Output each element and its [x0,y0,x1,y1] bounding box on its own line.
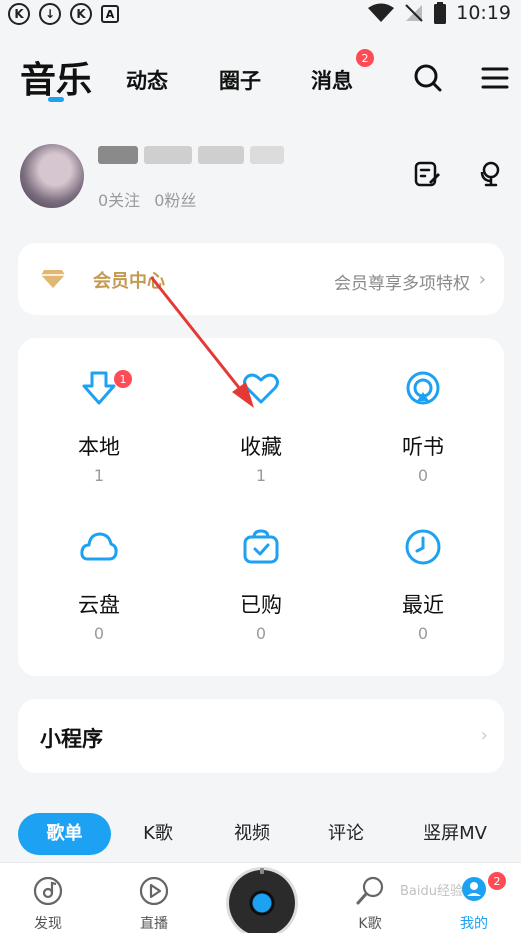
avatar[interactable] [20,144,84,208]
library-count: 1 [255,466,267,485]
notification-download-icon: ↓ [39,3,61,25]
following-count[interactable]: 0关注 [98,187,140,211]
library-label: 最近 [402,593,444,617]
bottom-nav-live[interactable]: 直播 [114,863,194,933]
bottom-nav-label: 直播 [140,916,168,932]
chevron-right-icon: › [480,725,488,746]
library-item-recent[interactable]: 最近 0 [342,496,504,646]
no-signal-icon [405,4,423,22]
live-icon [139,876,169,906]
bottom-nav-karaoke[interactable]: K歌 [330,863,410,933]
bottom-nav-discover[interactable]: 发现 [8,863,88,933]
diamond-icon [41,270,65,288]
follow-stats: 0关注 0粉丝 [98,187,196,211]
library-label: 听书 [402,435,444,459]
discover-icon [33,876,63,906]
notification-k-icon: K [8,3,30,25]
library-count: 1 [93,466,105,485]
player-disc-icon[interactable] [229,870,295,933]
status-bar: K ↓ K A 10:19 [0,0,521,30]
tab-comments[interactable]: 评论 [316,813,376,855]
mic-icon[interactable] [477,160,505,188]
library-count: 0 [93,624,105,643]
tab-karaoke[interactable]: K歌 [128,813,188,855]
karaoke-icon [356,876,384,905]
content-tabs: 歌单 K歌 视频 评论 竖屏MV [0,813,521,855]
messages-badge: 2 [356,49,374,67]
fans-count[interactable]: 0粉丝 [154,187,196,211]
bottom-nav-label: K歌 [358,916,382,932]
library-label: 已购 [240,593,282,617]
clock-time: 10:19 [456,2,511,24]
vip-center-title: 会员中心 [93,271,165,292]
tab-playlists[interactable]: 歌单 [18,813,111,855]
library-count: 0 [417,466,429,485]
library-count: 0 [255,624,267,643]
vip-center-card[interactable]: 会员中心 会员尊享多项特权 › [18,243,504,315]
search-icon[interactable] [413,63,443,93]
library-label: 本地 [78,435,120,459]
notification-a-icon: A [101,5,119,23]
bottom-nav-label: 我的 [460,916,488,932]
mini-programs-title: 小程序 [40,727,103,751]
chevron-right-icon: › [478,269,486,290]
tab-videos[interactable]: 视频 [222,813,282,855]
player-progress-marker [260,868,264,874]
library-item-audiobooks[interactable]: 听书 0 [342,338,504,488]
wifi-icon [368,3,395,22]
local-badge: 1 [114,370,132,388]
active-tab-indicator [48,97,64,102]
status-notification-icons: K ↓ K A [8,3,119,25]
library-count: 0 [417,624,429,643]
menu-icon[interactable] [480,63,510,93]
cloud-icon [80,532,118,561]
tab-vertical-mv[interactable]: 竖屏MV [410,813,500,855]
username-pixelated[interactable] [98,146,284,164]
library-item-cloud[interactable]: 云盘 0 [18,496,180,646]
library-item-favorites[interactable]: 收藏 1 [180,338,342,488]
library-label: 云盘 [78,593,120,617]
tab-messages[interactable]: 消息 [311,65,353,95]
audiobook-icon [406,371,440,405]
library-grid: 1 本地 1 收藏 1 听书 0 云盘 0 已购 0 最近 0 [18,338,504,676]
purchased-icon [243,529,279,564]
tab-dynamics[interactable]: 动态 [126,65,168,95]
tab-circles[interactable]: 圈子 [219,65,261,95]
edit-icon[interactable] [413,160,441,188]
vip-benefits-text: 会员尊享多项特权 [334,274,470,294]
library-label: 收藏 [240,435,282,459]
library-item-purchased[interactable]: 已购 0 [180,496,342,646]
clock-icon [405,529,441,565]
profile-header[interactable]: 0关注 0粉丝 [0,140,521,220]
mini-programs-card[interactable]: 小程序 › [18,699,504,773]
bottom-nav-label: 发现 [34,916,62,932]
mine-badge: 2 [488,872,506,890]
download-icon [82,371,116,405]
top-nav: 音乐 动态 圈子 消息 2 [0,45,521,105]
library-item-local[interactable]: 1 本地 1 [18,338,180,488]
battery-icon [434,2,447,24]
heart-icon [243,373,279,404]
tab-music[interactable]: 音乐 [20,51,92,103]
watermark: Baidu经验 [400,884,463,899]
notification-k-icon: K [70,3,92,25]
